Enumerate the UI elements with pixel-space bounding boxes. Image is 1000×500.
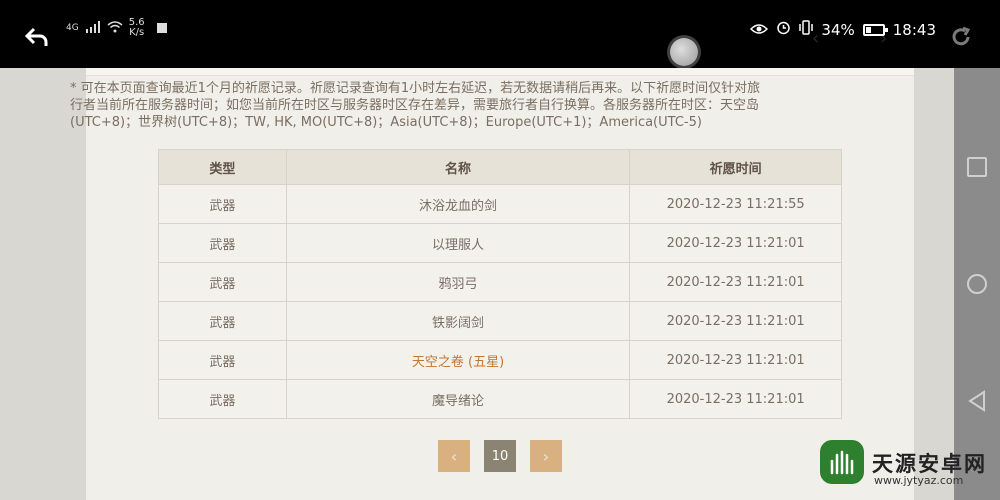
floating-assistive-button[interactable]: [670, 38, 698, 66]
cell-time: 2020-12-23 11:21:01: [629, 262, 842, 302]
battery-level-fill: [865, 26, 872, 33]
signal-bars-icon: [85, 20, 101, 36]
cell-type: 武器: [158, 301, 287, 341]
wifi-icon: [107, 20, 123, 36]
cell-name-five-star: 天空之卷 (五星): [285, 340, 631, 380]
table-row: 武器 铁影阔剑 2020-12-23 11:21:01: [158, 301, 842, 341]
cell-name: 以理服人: [285, 223, 631, 263]
table-header-row: 类型 名称 祈愿时间: [158, 149, 842, 185]
cell-type: 武器: [158, 340, 287, 380]
pagination: ‹ 10 ›: [438, 440, 562, 472]
circle-icon: [967, 273, 987, 294]
clock-time: 18:43: [892, 20, 936, 39]
table-row: 武器 沐浴龙血的剑 2020-12-23 11:21:55: [158, 184, 842, 224]
current-page-indicator: 10: [484, 440, 516, 472]
cell-time: 2020-12-23 11:21:01: [629, 223, 842, 263]
home-button[interactable]: [966, 273, 988, 295]
recent-apps-button[interactable]: [966, 156, 988, 178]
status-right: 34% 18:43: [750, 20, 936, 39]
notice-text: * 可在本页面查询最近1个月的祈愿记录。祈愿记录查询有1小时左右延迟，若无数据请…: [70, 81, 761, 130]
cell-type: 武器: [158, 262, 287, 302]
net-speed-unit: K/s: [129, 27, 145, 38]
header-time: 祈愿时间: [629, 149, 842, 185]
table-row: 武器 天空之卷 (五星) 2020-12-23 11:21:01: [158, 340, 842, 380]
cell-name: 铁影阔剑: [285, 301, 631, 341]
table-row: 武器 以理服人 2020-12-23 11:21:01: [158, 223, 842, 263]
status-bar: 4G 5.6 K/s ‹ › 34% 18:43: [0, 0, 1000, 68]
panel-top-strip: [86, 68, 914, 76]
next-page-button[interactable]: ›: [530, 440, 562, 472]
cell-name: 魔导绪论: [285, 379, 631, 419]
vibrate-icon: [799, 20, 814, 39]
header-name: 名称: [285, 149, 631, 185]
back-button[interactable]: [966, 390, 988, 413]
triangle-back-icon: [968, 390, 985, 413]
cell-name: 沐浴龙血的剑: [285, 184, 631, 224]
alarm-icon: [776, 20, 791, 39]
table-row: 武器 魔导绪论 2020-12-23 11:21:01: [158, 379, 842, 419]
chevron-left-icon: ‹: [450, 446, 458, 466]
android-nav-bar: [954, 68, 1000, 500]
chevron-right-icon: ›: [542, 446, 550, 466]
watermark-url: www.jytyaz.com: [874, 474, 964, 487]
header-type: 类型: [158, 149, 287, 185]
wish-table: 类型 名称 祈愿时间 武器 沐浴龙血的剑 2020-12-23 11:21:55…: [158, 149, 842, 419]
refresh-icon[interactable]: [950, 26, 972, 48]
battery-icon: [862, 23, 888, 36]
cell-time: 2020-12-23 11:21:01: [629, 340, 842, 380]
cell-name: 鸦羽弓: [285, 262, 631, 302]
wish-history-table: 类型 名称 祈愿时间 武器 沐浴龙血的剑 2020-12-23 11:21:55…: [158, 149, 842, 419]
notification-square-icon: [156, 23, 167, 33]
cell-type: 武器: [158, 223, 287, 263]
eye-icon: [750, 21, 769, 39]
cell-type: 武器: [158, 379, 287, 419]
network-type-label: 4G: [66, 23, 79, 33]
cell-time: 2020-12-23 11:21:55: [629, 184, 842, 224]
signal-area: 4G 5.6 K/s: [66, 18, 167, 38]
cell-type: 武器: [158, 184, 287, 224]
watermark-logo-icon: [820, 440, 864, 484]
net-speed: 5.6 K/s: [129, 18, 145, 38]
back-arrow-icon[interactable]: [24, 24, 50, 50]
battery-percent: 34%: [821, 20, 855, 39]
square-icon: [967, 156, 987, 177]
prev-page-button[interactable]: ‹: [438, 440, 470, 472]
table-row: 武器 鸦羽弓 2020-12-23 11:21:01: [158, 262, 842, 302]
cell-time: 2020-12-23 11:21:01: [629, 379, 842, 419]
cell-time: 2020-12-23 11:21:01: [629, 301, 842, 341]
